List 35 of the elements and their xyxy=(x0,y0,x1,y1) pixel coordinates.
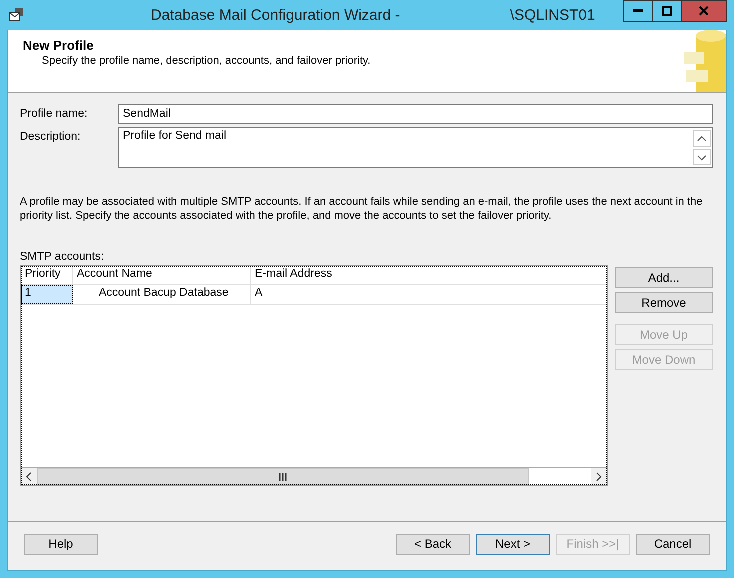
scroll-down-icon[interactable] xyxy=(693,148,711,165)
maximize-button[interactable] xyxy=(652,0,682,22)
page-subtitle: Specify the profile name, description, accounts, and failover priority. xyxy=(42,55,371,67)
database-drawing xyxy=(682,30,726,92)
mail-database-icon xyxy=(9,7,25,23)
close-button[interactable] xyxy=(681,0,727,22)
wizard-button[interactable]: Help xyxy=(24,534,98,554)
maximize-icon xyxy=(662,6,672,16)
window-title: Database Mail Configuration Wizard - xyxy=(151,6,400,24)
column-header[interactable]: E-mail Address xyxy=(251,266,607,284)
info-text: A profile may be associated with multiple SMTP accounts. If an account fails while sending an e-mail, the profile uses the next account in the priority list. Specify the accounts associated with the profile, and move the accounts to set the failover priority. xyxy=(20,195,704,223)
page-title: New Profile xyxy=(23,38,95,53)
profile-name-field[interactable]: SendMail xyxy=(118,104,713,124)
action-button[interactable]: Remove xyxy=(615,292,713,313)
column-header[interactable]: Account Name xyxy=(73,266,251,284)
wizard-button[interactable]: Next > xyxy=(476,534,550,554)
table-cell-text: A xyxy=(254,286,264,301)
field-label: Profile name: xyxy=(20,107,89,120)
table-cell[interactable]: 1 xyxy=(21,285,73,304)
close-icon xyxy=(699,6,709,16)
minimize-button[interactable] xyxy=(623,0,653,22)
grip-icon xyxy=(279,472,287,480)
wizard-button[interactable]: < Back xyxy=(396,534,470,554)
column-header[interactable]: Priority xyxy=(21,266,73,284)
table-cell: Account Bacup Database xyxy=(73,285,251,304)
section-label: SMTP accounts: xyxy=(20,251,106,263)
minimize-icon xyxy=(633,9,643,13)
description-field[interactable]: Profile for Send mail xyxy=(118,127,713,168)
horizontal-scrollbar[interactable] xyxy=(21,467,607,485)
wizard-button[interactable]: Cancel xyxy=(636,534,710,554)
field-label: Description: xyxy=(20,130,82,143)
server-name: \SQLINST01 xyxy=(510,6,596,24)
scroll-up-icon[interactable] xyxy=(693,130,711,146)
action-button[interactable]: Add... xyxy=(615,267,713,288)
scroll-thumb[interactable] xyxy=(37,468,529,485)
